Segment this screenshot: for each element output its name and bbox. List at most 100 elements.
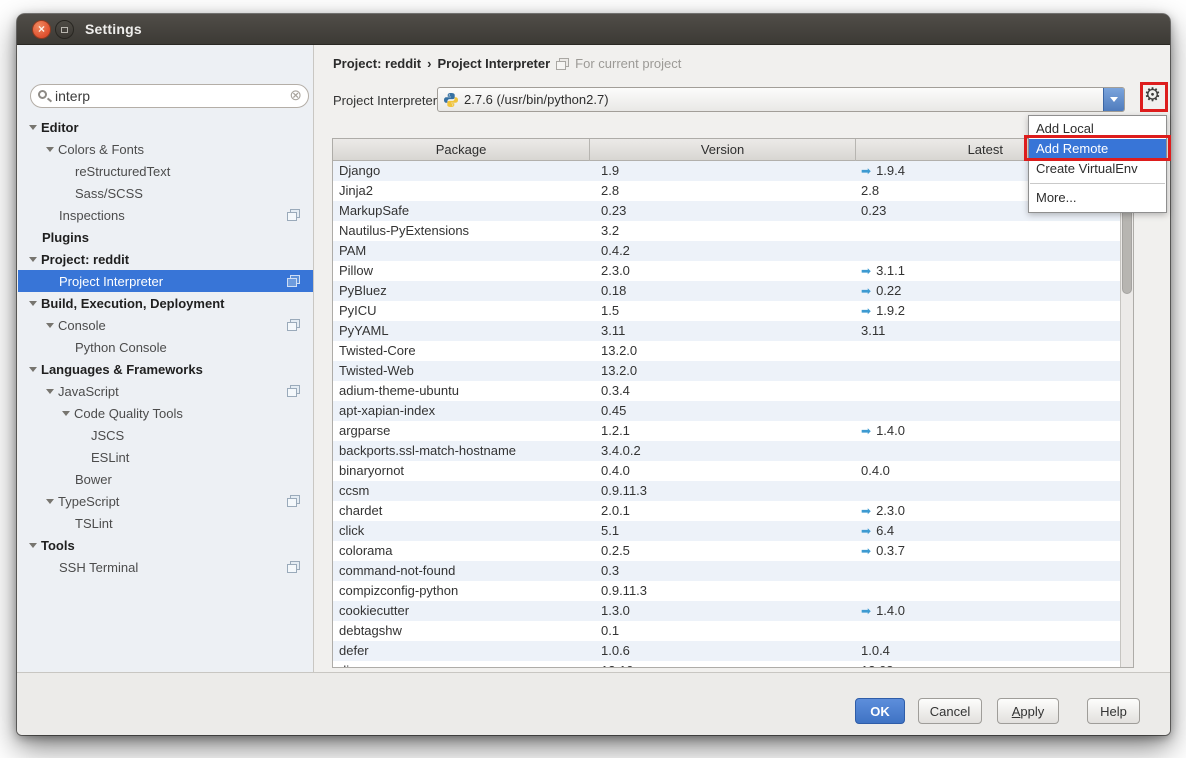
sidebar-item-label: Tools: [41, 538, 75, 553]
table-row[interactable]: Django1.9➡1.9.4: [333, 161, 1121, 181]
expand-arrow-icon[interactable]: [29, 125, 37, 130]
table-row[interactable]: argparse1.2.1➡1.4.0: [333, 421, 1121, 441]
ok-button[interactable]: OK: [855, 698, 905, 724]
sidebar-item-label: Project: reddit: [41, 252, 129, 267]
apply-button[interactable]: Apply: [997, 698, 1059, 724]
sidebar-item-tslint[interactable]: TSLint: [18, 512, 313, 534]
column-header-package[interactable]: Package: [333, 139, 590, 161]
table-row[interactable]: command-not-found0.3: [333, 561, 1121, 581]
package-cell: adium-theme-ubuntu: [339, 383, 459, 398]
clear-search-icon[interactable]: ⊗: [289, 88, 302, 104]
table-row[interactable]: compizconfig-python0.9.11.3: [333, 581, 1121, 601]
sidebar-item-tools[interactable]: Tools: [18, 534, 313, 556]
shared-settings-icon: [556, 58, 569, 70]
shared-settings-icon: [287, 275, 300, 287]
latest-cell: ➡0.3.7: [861, 543, 905, 558]
table-row[interactable]: defer1.0.61.0.4: [333, 641, 1121, 661]
version-cell: 0.18: [601, 283, 626, 298]
version-cell: 0.9.11.3: [601, 483, 647, 498]
sidebar-item-sass-scss[interactable]: Sass/SCSS: [18, 182, 313, 204]
expand-arrow-icon[interactable]: [29, 543, 37, 548]
table-row[interactable]: PyICU1.5➡1.9.2: [333, 301, 1121, 321]
sidebar-item-editor[interactable]: Editor: [18, 116, 313, 138]
minimize-icon: [61, 27, 68, 33]
table-row[interactable]: cookiecutter1.3.0➡1.4.0: [333, 601, 1121, 621]
sidebar-item-colors-fonts[interactable]: Colors & Fonts: [18, 138, 313, 160]
sidebar-item-console[interactable]: Console: [18, 314, 313, 336]
sidebar-item-languages-frameworks[interactable]: Languages & Frameworks: [18, 358, 313, 380]
help-button[interactable]: Help: [1087, 698, 1140, 724]
dropdown-arrow-button[interactable]: [1103, 88, 1124, 111]
table-row[interactable]: Nautilus-PyExtensions3.2: [333, 221, 1121, 241]
expand-arrow-icon[interactable]: [29, 301, 37, 306]
sidebar-item-plugins[interactable]: Plugins: [18, 226, 313, 248]
table-row[interactable]: adium-theme-ubuntu0.3.4: [333, 381, 1121, 401]
column-header-version[interactable]: Version: [590, 139, 856, 161]
sidebar-item-label: ESLint: [91, 450, 129, 465]
sidebar-item-ssh-terminal[interactable]: SSH Terminal: [18, 556, 313, 578]
table-row[interactable]: PAM0.4.2: [333, 241, 1121, 261]
breadcrumb-project[interactable]: Project: reddit: [333, 56, 421, 71]
table-row[interactable]: dirspec13.1013.08: [333, 661, 1121, 668]
version-cell: 0.4.2: [601, 243, 630, 258]
upgrade-arrow-icon: ➡: [861, 304, 871, 318]
package-cell: Pillow: [339, 263, 373, 278]
sidebar-item-project-reddit[interactable]: Project: reddit: [18, 248, 313, 270]
expand-arrow-icon[interactable]: [46, 499, 54, 504]
search-box[interactable]: ⊗: [30, 84, 309, 108]
expand-arrow-icon[interactable]: [29, 257, 37, 262]
version-cell: 2.0.1: [601, 503, 630, 518]
expand-arrow-icon[interactable]: [62, 411, 70, 416]
sidebar-item-typescript[interactable]: TypeScript: [18, 490, 313, 512]
table-row[interactable]: PyBluez0.18➡0.22: [333, 281, 1121, 301]
gear-icon[interactable]: ⚙: [1144, 85, 1161, 107]
expand-arrow-icon[interactable]: [46, 389, 54, 394]
interpreter-select[interactable]: 2.7.6 (/usr/bin/python2.7): [437, 87, 1125, 112]
table-row[interactable]: click5.1➡6.4: [333, 521, 1121, 541]
version-cell: 3.11: [601, 323, 625, 338]
search-input[interactable]: [55, 86, 285, 106]
table-row[interactable]: ccsm0.9.11.3: [333, 481, 1121, 501]
sidebar-item-label: Sass/SCSS: [75, 186, 143, 201]
sidebar-item-project-interpreter[interactable]: Project Interpreter: [18, 270, 313, 292]
table-row[interactable]: chardet2.0.1➡2.3.0: [333, 501, 1121, 521]
sidebar-item-python-console[interactable]: Python Console: [18, 336, 313, 358]
close-button[interactable]: ×: [32, 20, 51, 39]
menu-item-more[interactable]: More...: [1029, 188, 1166, 208]
titlebar[interactable]: × Settings: [17, 14, 1170, 45]
expand-arrow-icon[interactable]: [46, 323, 54, 328]
table-row[interactable]: Twisted-Web13.2.0: [333, 361, 1121, 381]
table-row[interactable]: binaryornot0.4.00.4.0: [333, 461, 1121, 481]
version-cell: 13.10: [601, 663, 634, 668]
table-row[interactable]: Pillow2.3.0➡3.1.1: [333, 261, 1121, 281]
package-cell: backports.ssl-match-hostname: [339, 443, 516, 458]
table-row[interactable]: PyYAML3.113.11: [333, 321, 1121, 341]
sidebar-item-restructuredtext[interactable]: reStructuredText: [18, 160, 313, 182]
settings-sidebar: ⊗ EditorColors & FontsreStructuredText Sa…: [18, 45, 314, 672]
table-row[interactable]: MarkupSafe0.230.23: [333, 201, 1121, 221]
table-row[interactable]: colorama0.2.5➡0.3.7: [333, 541, 1121, 561]
expand-arrow-icon[interactable]: [46, 147, 54, 152]
expand-arrow-icon[interactable]: [29, 367, 37, 372]
table-scrollbar[interactable]: [1120, 161, 1133, 667]
sidebar-item-build-execution-deployment[interactable]: Build, Execution, Deployment: [18, 292, 313, 314]
table-row[interactable]: backports.ssl-match-hostname3.4.0.2: [333, 441, 1121, 461]
sidebar-item-eslint[interactable]: ESLint: [18, 446, 313, 468]
breadcrumb-note: For current project: [575, 56, 681, 71]
table-row[interactable]: apt-xapian-index0.45: [333, 401, 1121, 421]
sidebar-item-inspections[interactable]: Inspections: [18, 204, 313, 226]
breadcrumb-separator: ›: [427, 56, 431, 71]
table-row[interactable]: Twisted-Core13.2.0: [333, 341, 1121, 361]
sidebar-item-code-quality-tools[interactable]: Code Quality Tools: [18, 402, 313, 424]
sidebar-item-bower[interactable]: Bower: [18, 468, 313, 490]
menu-item-create-virtualenv[interactable]: Create VirtualEnv: [1029, 159, 1166, 179]
table-row[interactable]: debtagshw0.1: [333, 621, 1121, 641]
table-row[interactable]: Jinja22.82.8: [333, 181, 1121, 201]
version-cell: 1.9: [601, 163, 619, 178]
sidebar-item-javascript[interactable]: JavaScript: [18, 380, 313, 402]
minimize-button[interactable]: [55, 20, 74, 39]
cancel-button[interactable]: Cancel: [918, 698, 982, 724]
package-cell: Twisted-Web: [339, 363, 414, 378]
sidebar-item-jscs[interactable]: JSCS: [18, 424, 313, 446]
latest-cell: ➡2.3.0: [861, 503, 905, 518]
